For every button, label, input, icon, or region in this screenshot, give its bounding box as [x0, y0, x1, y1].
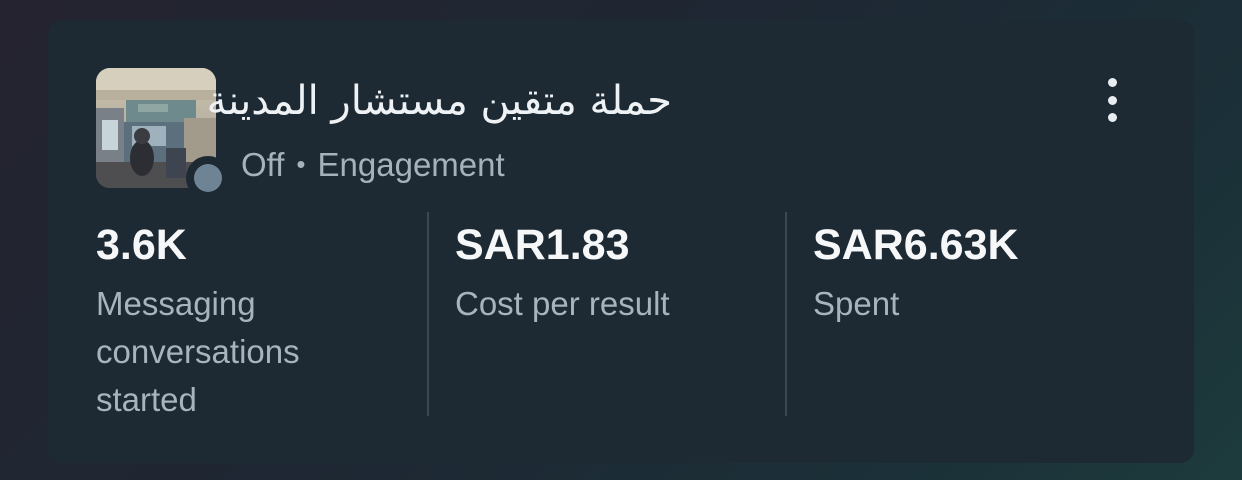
status-dot-icon [194, 164, 222, 192]
metric-value: SAR1.83 [455, 221, 630, 269]
metric-value: 3.6K [96, 221, 187, 269]
more-options-icon[interactable] [1092, 78, 1132, 122]
campaign-status-line: Off • Engagement [241, 146, 505, 184]
metric-label: Cost per result [455, 285, 670, 322]
status-indicator [186, 156, 230, 200]
metric-value: SAR6.63K [813, 221, 1019, 269]
campaign-status: Off [241, 146, 285, 183]
campaign-card[interactable]: حملة متقين مستشار المدينة Off • Engagement… [48, 20, 1194, 463]
separator-dot: • [296, 149, 306, 179]
divider [785, 212, 787, 416]
metric-cost-per-result: SAR1.83 Cost per result [455, 220, 745, 328]
metric-spent: SAR6.63K Spent [813, 220, 1103, 328]
divider [427, 212, 429, 416]
campaign-title[interactable]: حملة متقين مستشار المدينة [207, 78, 672, 124]
campaign-objective: Engagement [317, 146, 505, 183]
metric-results: 3.6K Messaging conversations started [96, 220, 386, 424]
campaign-thumbnail[interactable] [96, 68, 230, 200]
metric-label: Messaging conversations started [96, 285, 300, 418]
metric-label: Spent [813, 285, 900, 322]
